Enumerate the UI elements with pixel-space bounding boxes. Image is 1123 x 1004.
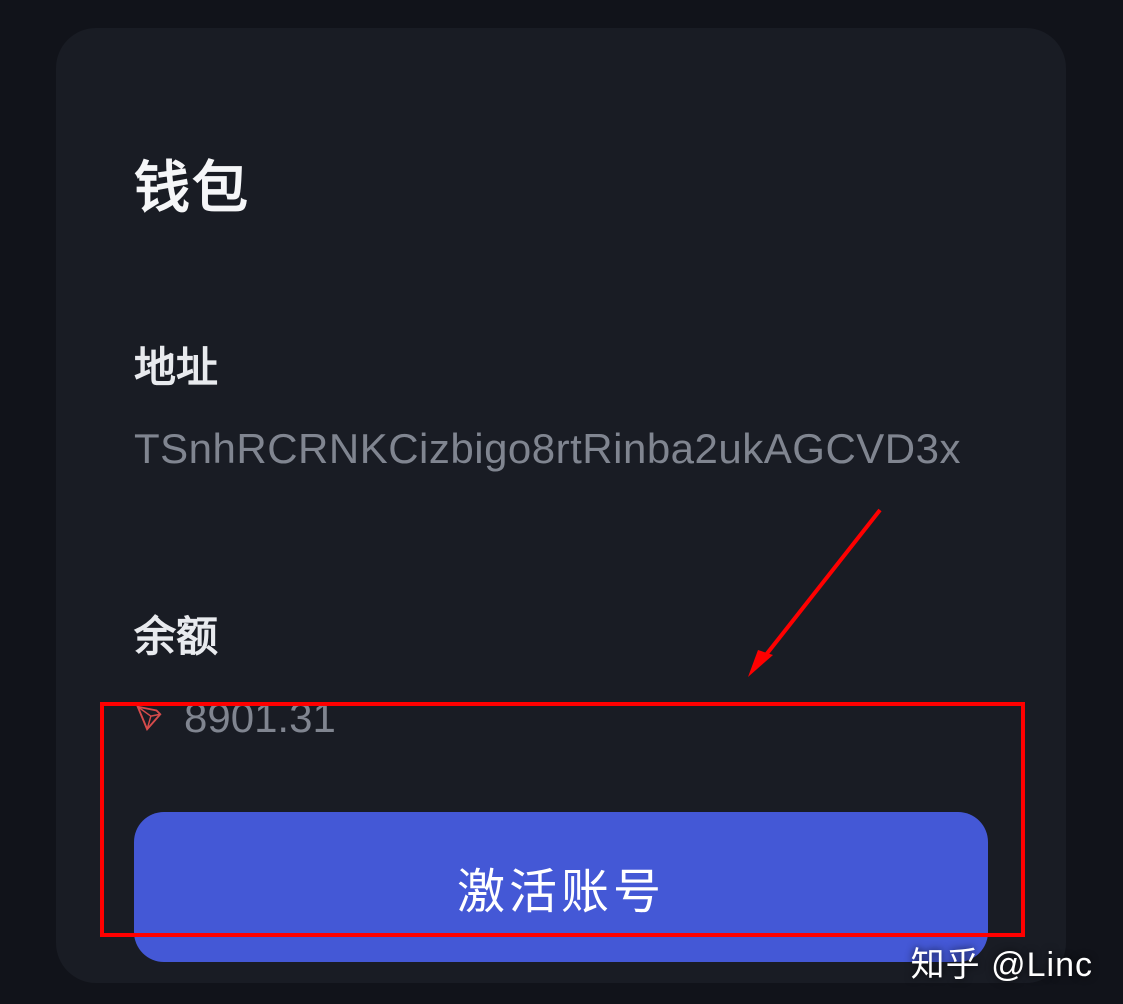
address-value: TSnhRCRNKCizbigo8rtRinba2ukAGCVD3x: [134, 425, 988, 473]
address-label: 地址: [134, 334, 988, 395]
balance-value: 8901.31: [184, 694, 336, 742]
activate-account-button[interactable]: 激活账号: [134, 812, 988, 962]
balance-label: 余额: [134, 603, 988, 664]
balance-row: 8901.31: [134, 694, 988, 742]
tron-icon: [134, 703, 164, 733]
wallet-card: 钱包 地址 TSnhRCRNKCizbigo8rtRinba2ukAGCVD3x…: [56, 28, 1066, 983]
wallet-title: 钱包: [134, 143, 988, 224]
